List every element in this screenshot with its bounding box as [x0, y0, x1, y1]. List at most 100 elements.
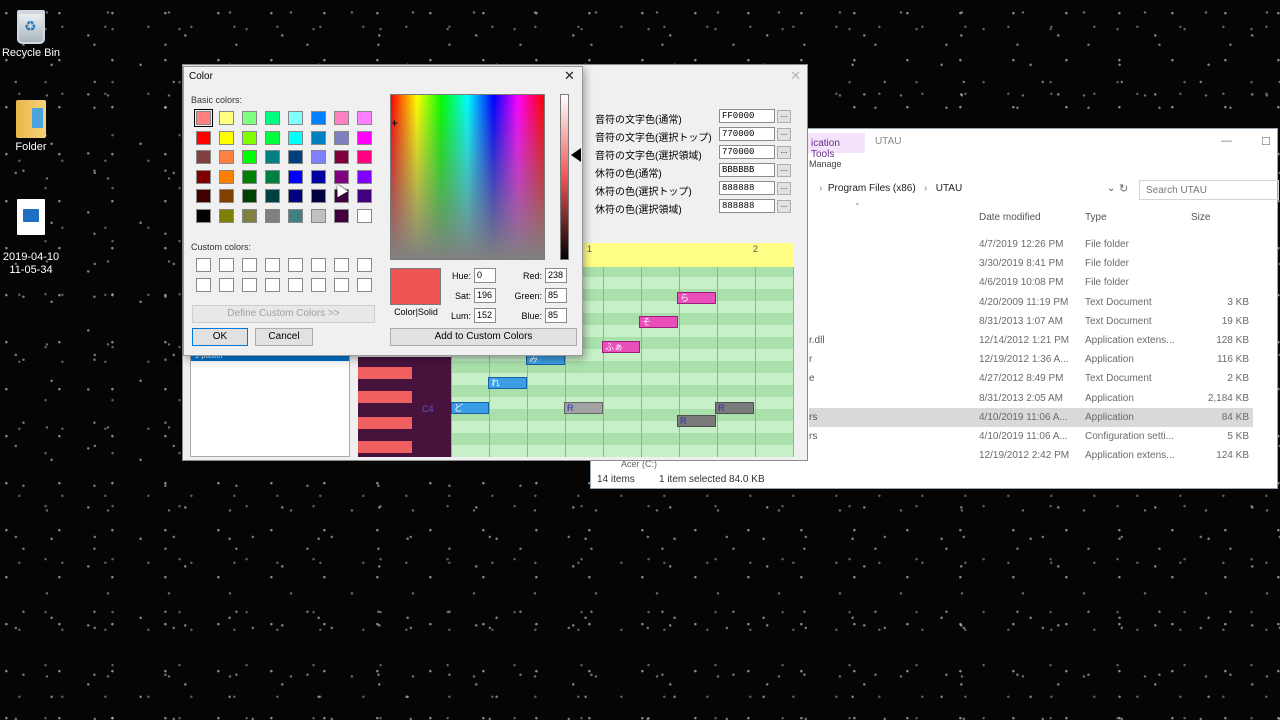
- file-row[interactable]: r.dll 12/14/2012 1:21 PM Application exten…: [809, 331, 1253, 350]
- browse-button[interactable]: ...: [777, 200, 791, 213]
- desktop-icon-folder[interactable]: Folder: [0, 100, 62, 154]
- basic-color-swatch[interactable]: [196, 150, 211, 164]
- basic-color-swatch[interactable]: [357, 111, 372, 125]
- ribbon-tab-manage[interactable]: Manage: [809, 159, 842, 169]
- basic-color-swatch[interactable]: [265, 208, 280, 223]
- custom-color-swatch[interactable]: [242, 277, 257, 292]
- address-dropdown-icon[interactable]: ⌄: [1107, 183, 1115, 194]
- refresh-icon[interactable]: ↻: [1119, 182, 1128, 195]
- basic-color-swatch[interactable]: [196, 189, 211, 203]
- piano-key[interactable]: [358, 391, 412, 403]
- maximize-icon[interactable]: ☐: [1261, 135, 1271, 148]
- custom-color-swatch[interactable]: [288, 277, 303, 292]
- basic-color-swatch[interactable]: [311, 130, 326, 145]
- piano-keyboard[interactable]: C4: [358, 357, 451, 457]
- red-field[interactable]: 238: [545, 268, 567, 283]
- breadcrumb-item[interactable]: UTAU: [936, 183, 962, 194]
- browse-button[interactable]: ...: [777, 110, 791, 123]
- basic-color-swatch[interactable]: [334, 111, 349, 125]
- basic-color-swatch[interactable]: [357, 169, 372, 184]
- file-row[interactable]: 4/6/2019 10:08 PM File folder: [809, 273, 1253, 292]
- piano-key[interactable]: [358, 417, 412, 429]
- note-block[interactable]: そ: [639, 316, 678, 328]
- custom-color-swatch[interactable]: [242, 258, 257, 272]
- browse-button[interactable]: ...: [777, 128, 791, 141]
- browse-button[interactable]: ...: [777, 164, 791, 177]
- basic-color-swatch[interactable]: [265, 130, 280, 145]
- note-block[interactable]: R: [564, 402, 603, 414]
- cancel-button[interactable]: Cancel: [255, 328, 313, 346]
- setting-color-field[interactable]: 888888: [719, 199, 775, 213]
- piano-key[interactable]: [358, 367, 412, 379]
- basic-color-swatch[interactable]: [311, 208, 326, 223]
- basic-color-swatch[interactable]: [242, 111, 257, 125]
- basic-color-swatch[interactable]: [288, 208, 303, 223]
- note-block[interactable]: ど: [451, 402, 489, 414]
- custom-color-swatch[interactable]: [334, 277, 349, 292]
- basic-color-swatch[interactable]: [265, 111, 280, 125]
- part-list[interactable]: ﾕ paster: [190, 350, 350, 457]
- basic-color-swatch[interactable]: [334, 150, 349, 164]
- blue-field[interactable]: 85: [545, 308, 567, 323]
- basic-color-swatch[interactable]: [219, 130, 234, 145]
- close-icon[interactable]: ✕: [790, 68, 801, 84]
- basic-color-swatch[interactable]: [311, 150, 326, 164]
- desktop-icon-video[interactable]: 2019-04-10 11-05-34: [0, 186, 62, 290]
- basic-color-swatch[interactable]: [219, 189, 234, 203]
- basic-color-swatch[interactable]: [357, 208, 372, 223]
- setting-color-field[interactable]: FF0000: [719, 109, 775, 123]
- piano-key[interactable]: [358, 441, 412, 453]
- file-row[interactable]: 8/31/2013 2:05 AM Application 2,184 KB: [809, 389, 1253, 408]
- basic-color-swatch[interactable]: [196, 169, 211, 184]
- basic-color-swatch[interactable]: [219, 111, 234, 125]
- ok-button[interactable]: OK: [192, 328, 248, 346]
- basic-color-swatch[interactable]: [196, 208, 211, 223]
- basic-color-swatch[interactable]: [242, 189, 257, 203]
- basic-color-swatch[interactable]: [196, 130, 211, 145]
- ribbon-tab-application-tools[interactable]: ication Tools: [803, 133, 865, 160]
- browse-button[interactable]: ...: [777, 182, 791, 195]
- file-row[interactable]: rs 4/10/2019 11:06 A... Configuration sett…: [809, 427, 1253, 446]
- custom-color-swatch[interactable]: [219, 258, 234, 272]
- custom-color-swatch[interactable]: [265, 277, 280, 292]
- basic-color-swatch[interactable]: [311, 111, 326, 125]
- basic-color-swatch[interactable]: [265, 189, 280, 203]
- green-field[interactable]: 85: [545, 288, 567, 303]
- note-block[interactable]: ら: [677, 292, 716, 304]
- file-row[interactable]: 4/20/2009 11:19 PM Text Document 3 KB: [809, 293, 1253, 312]
- note-block[interactable]: R: [715, 402, 754, 414]
- setting-color-field[interactable]: 770000: [719, 145, 775, 159]
- luminosity-arrow-icon[interactable]: [571, 148, 581, 162]
- basic-color-swatch[interactable]: [357, 150, 372, 164]
- basic-color-swatch[interactable]: [334, 208, 349, 223]
- column-header-type[interactable]: Type: [1085, 212, 1107, 223]
- setting-color-field[interactable]: 888888: [719, 181, 775, 195]
- add-to-custom-colors-button[interactable]: Add to Custom Colors: [390, 328, 577, 346]
- custom-color-swatch[interactable]: [311, 277, 326, 292]
- basic-color-swatch[interactable]: [288, 189, 303, 203]
- hue-field[interactable]: 0: [474, 268, 496, 283]
- desktop-icon-recycle-bin[interactable]: Recycle Bin: [0, 10, 62, 60]
- file-row[interactable]: 4/7/2019 12:26 PM File folder: [809, 235, 1253, 254]
- address-bar[interactable]: › Program Files (x86) › UTAU ⌄: [819, 181, 1119, 199]
- file-row[interactable]: 3/30/2019 8:41 PM File folder: [809, 254, 1253, 273]
- basic-color-swatch[interactable]: [242, 150, 257, 164]
- basic-color-swatch[interactable]: [357, 189, 372, 203]
- basic-color-swatch[interactable]: [265, 150, 280, 164]
- basic-color-swatch[interactable]: [219, 169, 234, 184]
- search-input[interactable]: Search UTAU: [1139, 180, 1279, 200]
- custom-color-swatch[interactable]: [196, 277, 211, 292]
- basic-color-swatch[interactable]: [288, 130, 303, 145]
- file-row[interactable]: r 12/19/2012 1:36 A... Application 116 KB: [809, 350, 1253, 369]
- custom-color-swatch[interactable]: [265, 258, 280, 272]
- note-block[interactable]: ふぁ: [602, 341, 640, 353]
- basic-color-swatch[interactable]: [311, 169, 326, 184]
- sat-field[interactable]: 196: [474, 288, 496, 303]
- note-block[interactable]: れ: [488, 377, 527, 389]
- define-custom-colors-button[interactable]: Define Custom Colors >>: [192, 305, 375, 323]
- basic-color-swatch[interactable]: [194, 109, 213, 127]
- minimize-icon[interactable]: —: [1221, 135, 1232, 147]
- basic-color-swatch[interactable]: [265, 169, 280, 184]
- custom-color-swatch[interactable]: [288, 258, 303, 272]
- browse-button[interactable]: ...: [777, 146, 791, 159]
